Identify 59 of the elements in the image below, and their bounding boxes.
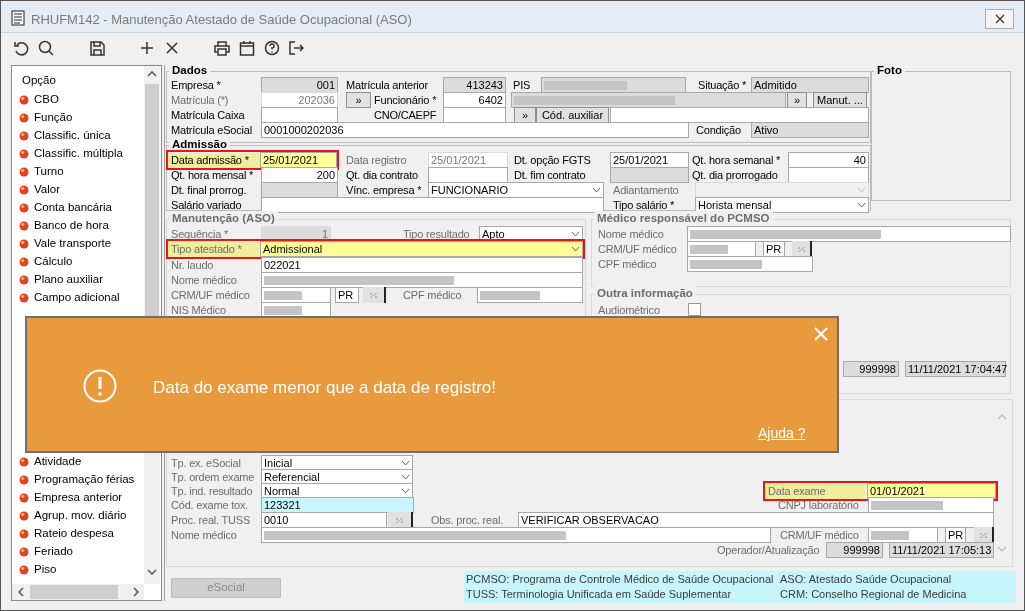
field-label: Dt. final prorrog. xyxy=(171,183,247,198)
field-label: Sequência * xyxy=(171,227,229,242)
field-label: Vínc. empresa * xyxy=(346,183,422,198)
field-label: Condição xyxy=(696,123,741,138)
field-label: Qt. hora semanal * xyxy=(692,153,781,168)
field-label: Obs. proc. real. xyxy=(431,513,503,528)
field-label: Tipo salário * xyxy=(613,198,674,213)
field-label: Qt. dia prorrogado xyxy=(692,168,778,183)
field-label: Operador/Atualização xyxy=(717,543,820,558)
toast-message: Data do exame menor que a data de registro! xyxy=(153,377,497,399)
field-label: Nome médico xyxy=(171,273,237,288)
field-label: Qt. hora mensal * xyxy=(171,168,254,183)
field-label: Cód. exame tox. xyxy=(171,498,249,513)
field-label: Salário variado xyxy=(171,198,242,213)
field-label: PIS xyxy=(513,78,531,93)
field-label: CNPJ laboratório xyxy=(778,498,859,513)
field-label: CPF médico xyxy=(598,257,657,272)
field-label: Tipo atestado * xyxy=(168,242,260,257)
field-label: Empresa * xyxy=(171,78,221,93)
legend-text: PCMSO: Programa de Controle Médico de Saúde Ocupacional xyxy=(466,572,775,587)
field-label: Adiantamento xyxy=(613,183,679,198)
field-label: Tp. ind. resultado xyxy=(171,484,253,499)
field-label: Qt. dia contrato xyxy=(346,168,418,183)
field-label: Matrícula anterior xyxy=(346,78,428,93)
field-label: Matrícula (*) xyxy=(171,93,229,108)
section-title: Manutenção (ASO) xyxy=(169,211,278,225)
field-label: Data admissão * xyxy=(168,153,260,168)
legend-text: TUSS: Terminologia Unificada em Saúde Suplementar xyxy=(466,587,733,602)
section-title: Outra informação xyxy=(594,286,696,300)
field-label: NIS Médico xyxy=(171,303,226,318)
field-label: Data registro xyxy=(346,153,407,168)
field-label: Audiométrico xyxy=(598,303,660,318)
field-label: Matrícula Caixa xyxy=(171,108,245,123)
legend-text: CRM: Conselho Regional de Medicina xyxy=(780,587,968,602)
field-label: CRM/UF médico xyxy=(171,288,250,303)
field-label: CRM/UF médico xyxy=(598,242,677,257)
field-label: Nr. laudo xyxy=(171,258,214,273)
field-label: Tp. ex. eSocial xyxy=(171,456,241,471)
field-label: Funcionário * xyxy=(374,93,437,108)
sidebar-header: Opção xyxy=(22,73,56,88)
section-title: Dados xyxy=(169,63,211,77)
field-label: Proc. real. TUSS xyxy=(171,513,251,528)
field-label: Situação * xyxy=(698,78,747,93)
field-label: Nome médico xyxy=(598,227,664,242)
legend-text: ASO: Atestado Saúde Ocupacional xyxy=(780,572,953,587)
section-title: Foto xyxy=(874,63,905,77)
section-title: Médico responsável do PCMSO xyxy=(594,211,773,225)
field-label: Data exame xyxy=(765,484,865,499)
section-title: Admissão xyxy=(169,137,230,151)
field-label: Dt. fim contrato xyxy=(514,168,586,183)
field-label: Dt. opção FGTS xyxy=(514,153,591,168)
field-label: Tp. ordem exame xyxy=(171,470,255,485)
field-label: Nome médico xyxy=(171,528,237,543)
field-label: CPF médico xyxy=(403,288,462,303)
window-title: RHUFM142 - Manutenção Atestado de Saúde Ocupacional (ASO) xyxy=(31,11,412,29)
field-label: Tipo resultado xyxy=(403,227,470,242)
field-label: Matrícula eSocial xyxy=(171,123,252,138)
field-label: CRM/UF médico xyxy=(780,528,859,543)
field-label: CNO/CAEPF xyxy=(374,108,437,123)
